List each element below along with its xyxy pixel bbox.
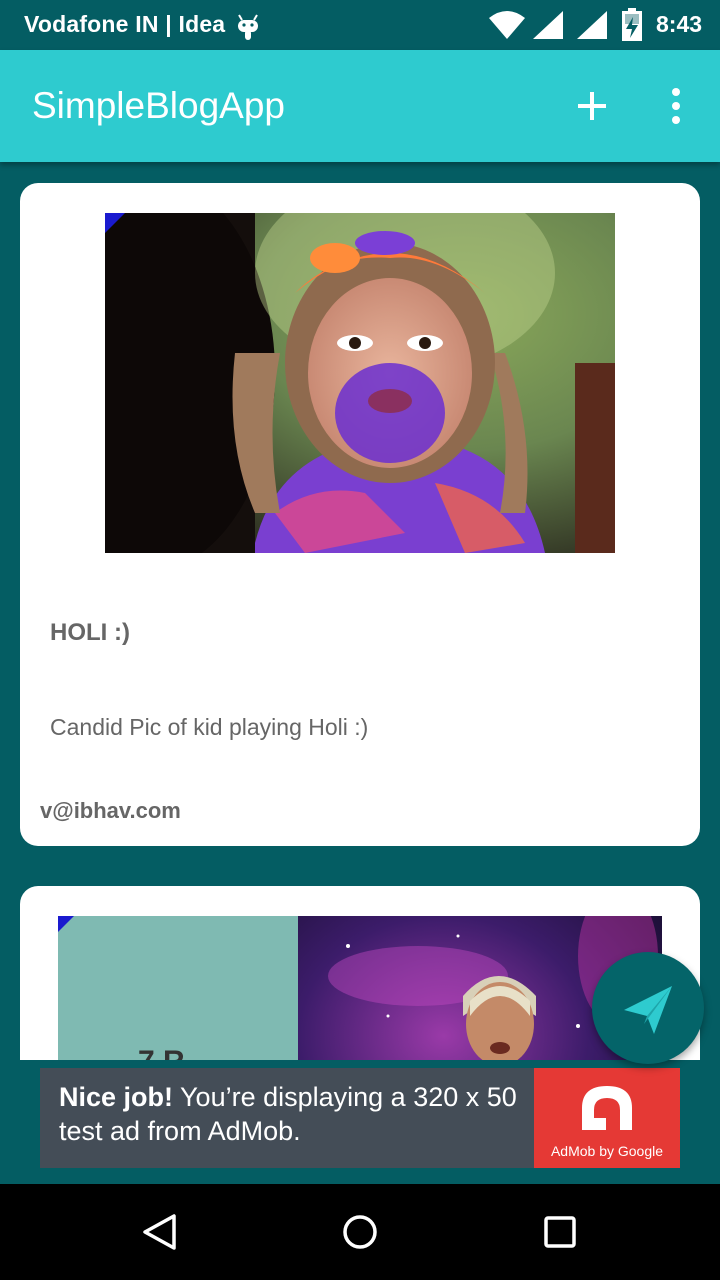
navigation-bar [0, 1184, 720, 1280]
home-icon [343, 1215, 377, 1249]
add-button[interactable] [566, 80, 618, 132]
signal-icon [532, 10, 564, 45]
back-icon [143, 1214, 176, 1250]
recents-icon [544, 1216, 576, 1248]
app-title: SimpleBlogApp [32, 85, 285, 126]
holi-photo [105, 213, 615, 553]
post-description: Candid Pic of kid playing Holi :) [50, 714, 369, 740]
send-fab[interactable] [592, 952, 704, 1064]
home-button[interactable] [340, 1212, 380, 1257]
post-image[interactable] [105, 213, 615, 553]
galaxy-thumbnail: 7 R [58, 916, 662, 1060]
back-button[interactable] [140, 1212, 180, 1257]
app-bar: SimpleBlogApp [0, 50, 720, 162]
status-bar: Vodafone IN | Idea 8:43 [0, 0, 720, 50]
ad-text: Nice job! You’re displaying a 320 x 50 t… [59, 1080, 539, 1148]
add-icon [578, 92, 606, 120]
battery-charging-icon [620, 8, 644, 47]
wifi-icon [488, 10, 526, 45]
post-feed[interactable]: HOLI :) Candid Pic of kid playing Holi :… [0, 162, 720, 1060]
ad-banner[interactable]: Nice job! You’re displaying a 320 x 50 t… [40, 1068, 680, 1168]
recents-button[interactable] [540, 1212, 580, 1257]
signal-icon [576, 10, 608, 45]
admob-icon [582, 1086, 632, 1130]
send-icon [624, 986, 672, 1034]
more-vert-icon [672, 88, 680, 124]
thumbnail-text: 7 R [138, 1045, 185, 1060]
carrier-name: Vodafone IN | Idea [24, 11, 226, 37]
clock: 8:43 [656, 11, 703, 37]
admob-logo: AdMob by Google [534, 1068, 680, 1168]
post-image[interactable]: 7 R [58, 916, 662, 1060]
post-title: HOLI :) [50, 619, 130, 646]
post-author: v@ibhav.com [40, 798, 181, 823]
android-icon [236, 10, 260, 47]
ad-headline: Nice job! [59, 1082, 174, 1112]
post-card[interactable]: HOLI :) Candid Pic of kid playing Holi :… [20, 183, 700, 846]
more-options-button[interactable] [656, 80, 696, 132]
ad-brand: AdMob by Google [550, 1143, 664, 1159]
